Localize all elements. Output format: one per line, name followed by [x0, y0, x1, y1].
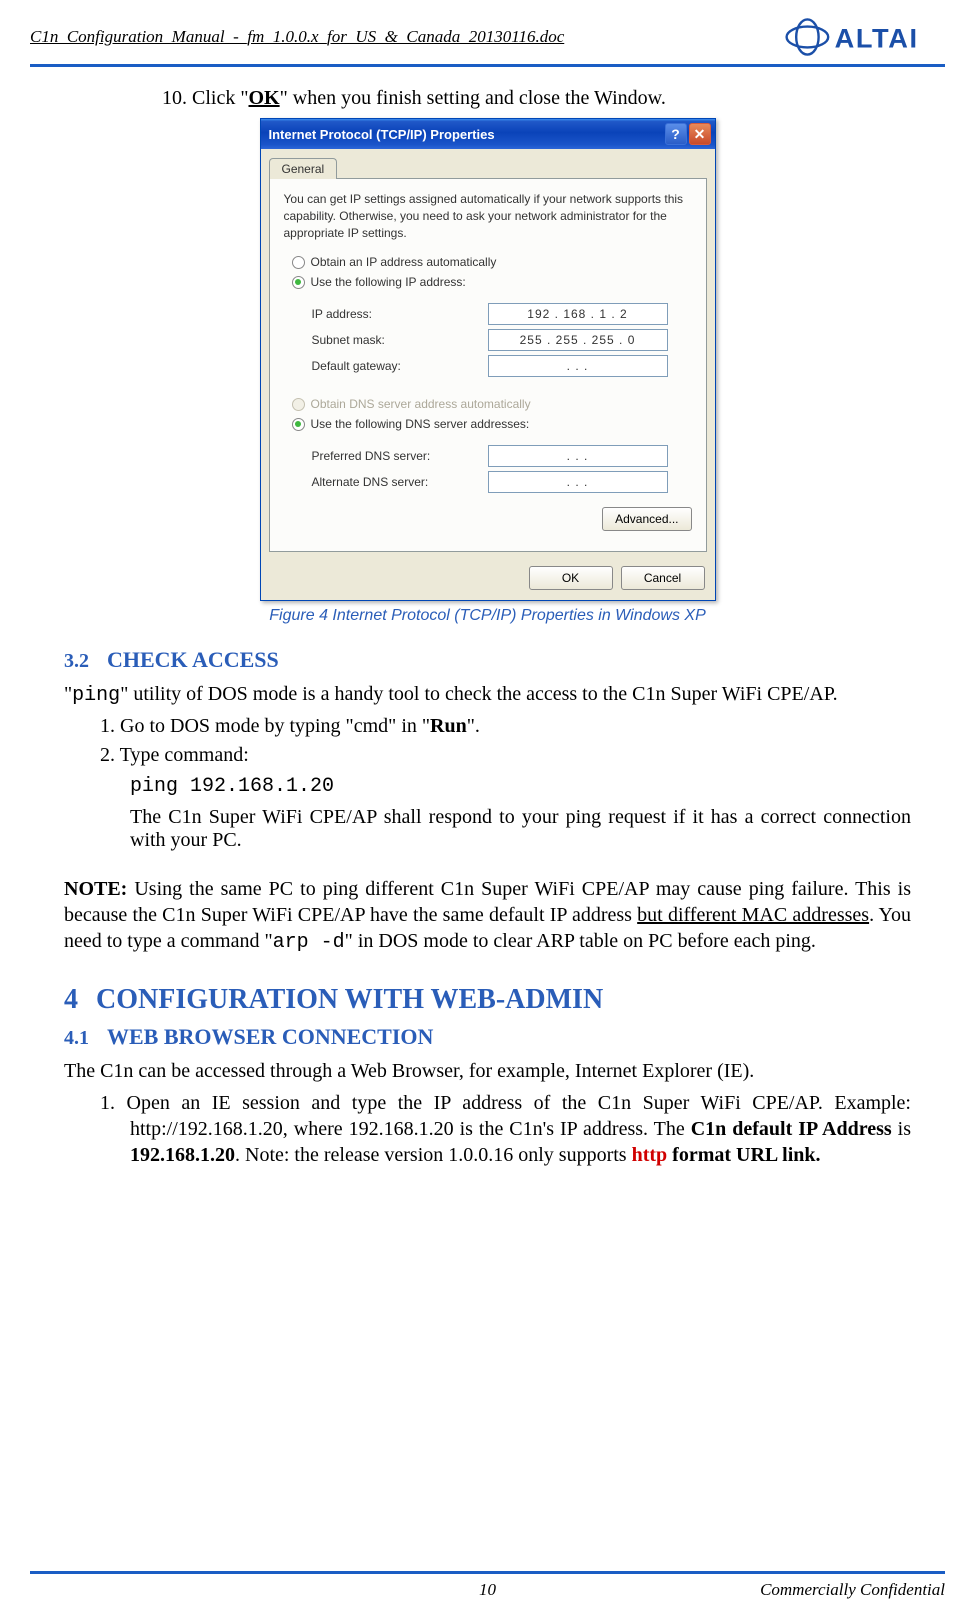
- dialog-footer: OK Cancel: [261, 560, 715, 600]
- figure-caption: Figure 4 Internet Protocol (TCP/IP) Prop…: [64, 607, 911, 625]
- para-ping-intro: "ping" utility of DOS mode is a handy to…: [64, 681, 911, 709]
- radio-icon: [292, 256, 305, 269]
- tcpip-dialog: Internet Protocol (TCP/IP) Properties ? …: [260, 118, 716, 601]
- alternate-dns-input[interactable]: . . .: [488, 471, 668, 493]
- tab-general[interactable]: General: [269, 158, 338, 179]
- http-red: http: [632, 1144, 668, 1166]
- radio-auto-ip[interactable]: Obtain an IP address automatically: [292, 255, 692, 269]
- help-icon[interactable]: ?: [665, 123, 687, 145]
- step-3-2-1: 1. Go to DOS mode by typing "cmd" in "Ru…: [64, 715, 911, 738]
- screenshot-figure: Internet Protocol (TCP/IP) Properties ? …: [64, 118, 911, 601]
- preferred-dns-row: Preferred DNS server: . . .: [312, 445, 692, 467]
- radio-icon: [292, 398, 305, 411]
- ping-response-text: The C1n Super WiFi CPE/AP shall respond …: [64, 806, 911, 852]
- doc-filename: C1n_Configuration_Manual_-_fm_1.0.0.x_fo…: [30, 27, 564, 47]
- page-header: C1n_Configuration_Manual_-_fm_1.0.0.x_fo…: [0, 0, 975, 64]
- body-content: 10. Click "OK" when you finish setting a…: [0, 67, 975, 1168]
- radio-icon: [292, 276, 305, 289]
- close-icon[interactable]: ✕: [689, 123, 711, 145]
- alternate-dns-row: Alternate DNS server: . . .: [312, 471, 692, 493]
- advanced-button[interactable]: Advanced...: [602, 507, 691, 531]
- ok-button[interactable]: OK: [529, 566, 613, 590]
- logo: ALTAI: [785, 14, 945, 60]
- step-4-1-1: 1. Open an IE session and type the IP ad…: [64, 1090, 911, 1168]
- page-footer: 10 Commercially Confidential: [30, 1571, 945, 1600]
- note-paragraph: NOTE: Using the same PC to ping differen…: [64, 876, 911, 956]
- gateway-input[interactable]: . . .: [488, 355, 668, 377]
- svg-text:ALTAI: ALTAI: [835, 22, 919, 53]
- gateway-row: Default gateway: . . .: [312, 355, 692, 377]
- advanced-row: Advanced...: [284, 507, 692, 539]
- radio-use-dns[interactable]: Use the following DNS server addresses:: [292, 417, 692, 431]
- radio-use-ip[interactable]: Use the following IP address:: [292, 275, 692, 289]
- ip-label: IP address:: [312, 307, 488, 321]
- dialog-description: You can get IP settings assigned automat…: [284, 191, 692, 241]
- tab-strip: General: [261, 149, 715, 178]
- ip-fields: IP address: 192 . 168 . 1 . 2 Subnet mas…: [284, 295, 692, 391]
- ip-address-input[interactable]: 192 . 168 . 1 . 2: [488, 303, 668, 325]
- step-3-2-2: 2. Type command:: [64, 744, 911, 767]
- subnet-label: Subnet mask:: [312, 333, 488, 347]
- radio-icon: [292, 418, 305, 431]
- ip-address-row: IP address: 192 . 168 . 1 . 2: [312, 303, 692, 325]
- step-10-text: 10. Click "OK" when you finish setting a…: [64, 87, 911, 110]
- tab-panel: You can get IP settings assigned automat…: [269, 178, 707, 552]
- footer-rule: [30, 1571, 945, 1574]
- page-number: 10: [479, 1580, 496, 1600]
- gateway-label: Default gateway:: [312, 359, 488, 373]
- section-4-1-heading: 4.1WEB BROWSER CONNECTION: [64, 1024, 911, 1050]
- subnet-row: Subnet mask: 255 . 255 . 255 . 0: [312, 329, 692, 351]
- ok-emphasis: OK: [249, 87, 280, 109]
- confidential-label: Commercially Confidential: [760, 1580, 945, 1600]
- para-4-1-intro: The C1n can be accessed through a Web Br…: [64, 1058, 911, 1084]
- footer-row: 10 Commercially Confidential: [30, 1580, 945, 1600]
- altai-logo-icon: ALTAI: [785, 15, 945, 59]
- radio-auto-dns: Obtain DNS server address automatically: [292, 397, 692, 411]
- dns-fields: Preferred DNS server: . . . Alternate DN…: [284, 437, 692, 507]
- alternate-dns-label: Alternate DNS server:: [312, 475, 488, 489]
- ping-command: ping 192.168.1.20: [64, 775, 911, 798]
- subnet-input[interactable]: 255 . 255 . 255 . 0: [488, 329, 668, 351]
- preferred-dns-input[interactable]: . . .: [488, 445, 668, 467]
- preferred-dns-label: Preferred DNS server:: [312, 449, 488, 463]
- cancel-button[interactable]: Cancel: [621, 566, 705, 590]
- dialog-titlebar: Internet Protocol (TCP/IP) Properties ? …: [261, 119, 715, 149]
- section-4-heading: 4CONFIGURATION WITH WEB-ADMIN: [64, 984, 911, 1016]
- section-3-2-heading: 3.2CHECK ACCESS: [64, 647, 911, 673]
- dialog-title: Internet Protocol (TCP/IP) Properties: [269, 127, 663, 142]
